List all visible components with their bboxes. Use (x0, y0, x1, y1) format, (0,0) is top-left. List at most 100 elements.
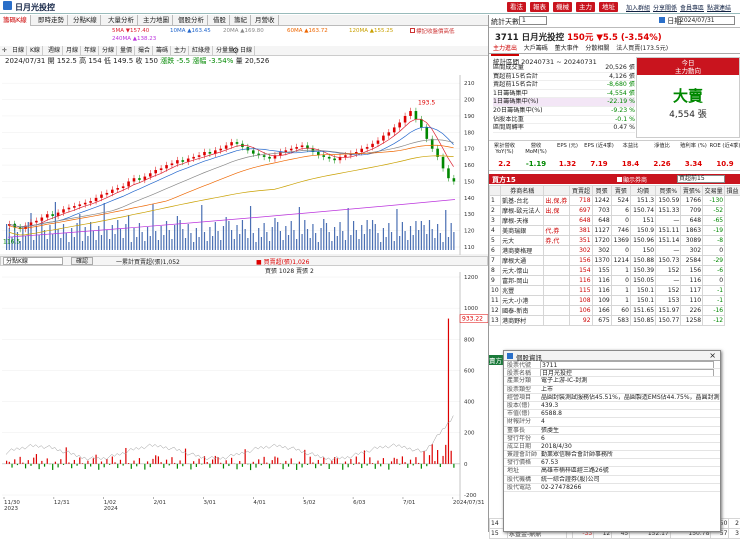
netbuy-bar (291, 458, 292, 463)
settings-gear-icon[interactable]: ⚙ (232, 46, 239, 55)
cell-0: 7 (490, 256, 501, 266)
ma-legend-3: 60MA ▲163.72 (287, 28, 328, 35)
table-row[interactable]: 3摩根-天祿6486480151—648-65 (490, 216, 740, 226)
toolbar-item-7[interactable]: 撮合 (136, 46, 153, 56)
cell-0: 8 (490, 266, 501, 276)
tab-1[interactable]: 即時走勢 (35, 15, 68, 26)
stat-days-select[interactable]: 1 (519, 16, 547, 25)
toolbar-item-12[interactable]: 日線 (238, 46, 255, 56)
cell-1: 凱基-台北 (501, 196, 544, 206)
verdict-text: 大賣 (637, 85, 739, 106)
note-checkbox-icon (410, 28, 415, 33)
toolbar-item-6[interactable]: 量價 (118, 46, 135, 56)
toolbar-item-4[interactable]: 年線 (82, 46, 99, 56)
tab-7[interactable]: 籌紀 (231, 15, 251, 26)
top-button-4[interactable]: 地址 (599, 2, 618, 12)
th-2 (544, 186, 570, 196)
crosshair-icon[interactable]: ✛ (2, 47, 7, 54)
toolbar-item-5[interactable]: 分線 (100, 46, 117, 56)
popup-rows: 股票代號3711股票名稱日月光投控產業分類電子上游-IC-封測股票類型上市經營項… (504, 361, 720, 492)
confirm-button[interactable]: 確認 (71, 257, 93, 265)
tab-3[interactable]: 大量分析 (105, 15, 138, 26)
right-tab-3[interactable]: 分散相關 (583, 44, 611, 54)
top-button-1[interactable]: 報表 (530, 2, 549, 12)
table-row[interactable]: 13港商野村92675583150.85150.771258-12 (490, 316, 740, 326)
toolbar-item-1[interactable]: K線 (28, 46, 43, 56)
volume-bar (236, 225, 237, 250)
cell-7: 152 (656, 286, 681, 296)
toolbar-item-9[interactable]: 主力 (172, 46, 189, 56)
candle (236, 142, 239, 144)
date-field[interactable]: 2024/07/31 (677, 16, 735, 25)
toolbar-item-0[interactable]: 日線 (10, 46, 27, 56)
tab-6[interactable]: 借股 (210, 15, 230, 26)
candle (225, 145, 228, 148)
top-button-2[interactable]: 機械 (553, 2, 572, 12)
right-tab-1[interactable]: 大戶籌碼 (522, 44, 550, 54)
netbuy-bar (277, 458, 278, 464)
top-button-3[interactable]: 主力 (576, 2, 595, 12)
netbuy-bar (147, 461, 148, 463)
cell-3: 697 (570, 206, 592, 216)
volume-bar (345, 240, 346, 250)
metric-head-7: ROE (近4季) (710, 143, 740, 149)
table-row[interactable]: 8元大-懷山1541551150.39152156-6 (490, 266, 740, 276)
cell-2 (544, 216, 570, 226)
volume-bar (76, 223, 77, 250)
netbuy-bar (25, 464, 26, 469)
volume-bar (342, 231, 343, 250)
price-high-annotation: 193.5 (418, 99, 435, 106)
metric-head-6: 殖利率 (%) (678, 143, 709, 149)
top-link-1[interactable]: 分享關係 (653, 3, 677, 12)
stat-days-label: 統計天數 (491, 17, 519, 27)
table-row[interactable]: 2摩根-歐元法人出,保6977036150.74151.33709-52 (490, 206, 740, 216)
volume-bar (220, 240, 221, 250)
volume-bar (437, 224, 438, 250)
popup-row-12: 發行價格67.53 (504, 459, 720, 467)
table-row[interactable]: 1凱基-台北出,保,券7181242524151.3150.591766-130 (490, 196, 740, 206)
table-row[interactable]: 10兆豐1151161150.1152117-1 (490, 286, 740, 296)
checkbox-icon (617, 177, 622, 182)
volume-bar (163, 235, 164, 250)
right-tab-0[interactable]: 主力進出 (491, 44, 519, 56)
table-row[interactable]: 9富邦-岡山1161160150.05—1160 (490, 276, 740, 286)
show-broker-toggle[interactable]: 顯示券商 (617, 175, 647, 184)
price-tick-label: 150 (464, 179, 475, 185)
buy-rank-select[interactable]: 買超前15 (677, 175, 725, 183)
cell-3: 106 (570, 306, 592, 316)
toolbar-item-10[interactable]: 紅綠燈 (190, 46, 213, 56)
tab-2[interactable]: 分點K線 (70, 15, 101, 26)
volume-bar (293, 230, 294, 250)
toolbar-item-8[interactable]: 籌碼 (154, 46, 171, 56)
table-row[interactable]: 6港商麥格理3023020150—3020 (490, 246, 740, 256)
popup-row-1: 股票名稱日月光投控 (504, 369, 720, 377)
toolbar-item-2[interactable]: 週線 (46, 46, 63, 56)
table-row[interactable]: 5元大券,代35117201369150.96151.143089-8 (490, 236, 740, 246)
volume-bar (49, 225, 50, 250)
right-tab-4[interactable]: 法人買賣(173.5元) (614, 44, 670, 54)
cell-5: 1 (611, 286, 630, 296)
top-link-3[interactable]: 點選連結 (707, 3, 731, 12)
table-row[interactable]: 12國泰-新南10616660151.65151.97226-16 (490, 306, 740, 316)
tab-8[interactable]: 月營收 (252, 15, 279, 26)
table-row[interactable]: 11元大-小港1081091150.1153110-1 (490, 296, 740, 306)
cell-5: 583 (611, 316, 630, 326)
tab-4[interactable]: 主力地圖 (140, 15, 173, 26)
table-row[interactable]: 7摩根大通15613701214150.88150.732584-29 (490, 256, 740, 266)
close-icon[interactable]: × (709, 351, 716, 360)
top-link-2[interactable]: 會員專區 (680, 3, 704, 12)
right-tab-2[interactable]: 董大事件 (553, 44, 581, 54)
ma-note[interactable]: 標記收盤價高低 (410, 28, 455, 36)
netbuy-bar (255, 464, 256, 468)
top-link-0[interactable]: 加入群組 (626, 3, 650, 12)
table-row[interactable]: 4美商瑞銀代,券3811127746150.9151.111863-19 (490, 226, 740, 236)
toolbar-item-3[interactable]: 月線 (64, 46, 81, 56)
netbuy-bar (212, 459, 213, 463)
top-button-0[interactable]: 看法 (507, 2, 526, 12)
price-chart[interactable]: 110120130140150160170180190200210193.511… (0, 65, 488, 534)
chart-tabs: 籌碼K線即時走勢分點K線大量分析主力地圖個股分析借股籌紀月營收 (0, 15, 488, 26)
tab-0[interactable]: 籌碼K線 (0, 15, 31, 26)
subchart-select[interactable]: 分點K線 (3, 257, 63, 265)
cell-6: 150.88 (630, 256, 655, 266)
tab-5[interactable]: 個股分析 (175, 15, 208, 26)
